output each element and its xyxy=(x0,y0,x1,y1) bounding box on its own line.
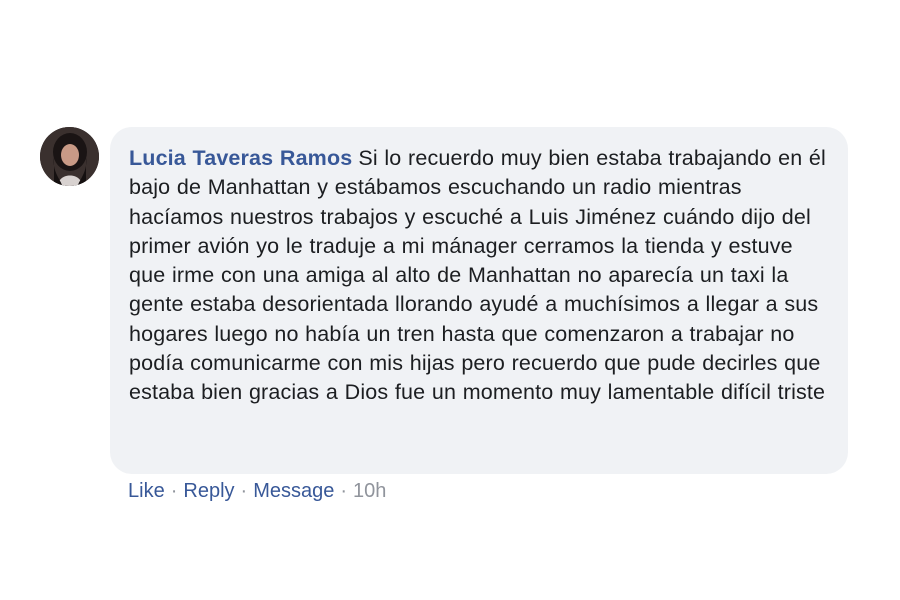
like-button[interactable]: Like xyxy=(128,480,165,502)
timestamp-link[interactable]: 10h xyxy=(353,480,386,502)
message-button[interactable]: Message xyxy=(253,480,334,502)
separator-dot: · xyxy=(170,480,178,502)
author-name-link[interactable]: Lucia Taveras Ramos xyxy=(129,146,352,170)
comment-actions: Like · Reply · Message · 10h xyxy=(128,479,386,503)
avatar[interactable] xyxy=(40,127,99,186)
reply-button[interactable]: Reply xyxy=(183,480,234,502)
comment-text: Lucia Taveras Ramos Si lo recuerdo muy bi… xyxy=(129,144,830,408)
comment-bubble: Lucia Taveras Ramos Si lo recuerdo muy bi… xyxy=(110,127,848,474)
comment-body: Si lo recuerdo muy bien estaba trabajand… xyxy=(129,146,826,405)
profile-photo-icon xyxy=(40,127,99,186)
separator-dot: · xyxy=(340,480,348,502)
separator-dot: · xyxy=(240,480,248,502)
